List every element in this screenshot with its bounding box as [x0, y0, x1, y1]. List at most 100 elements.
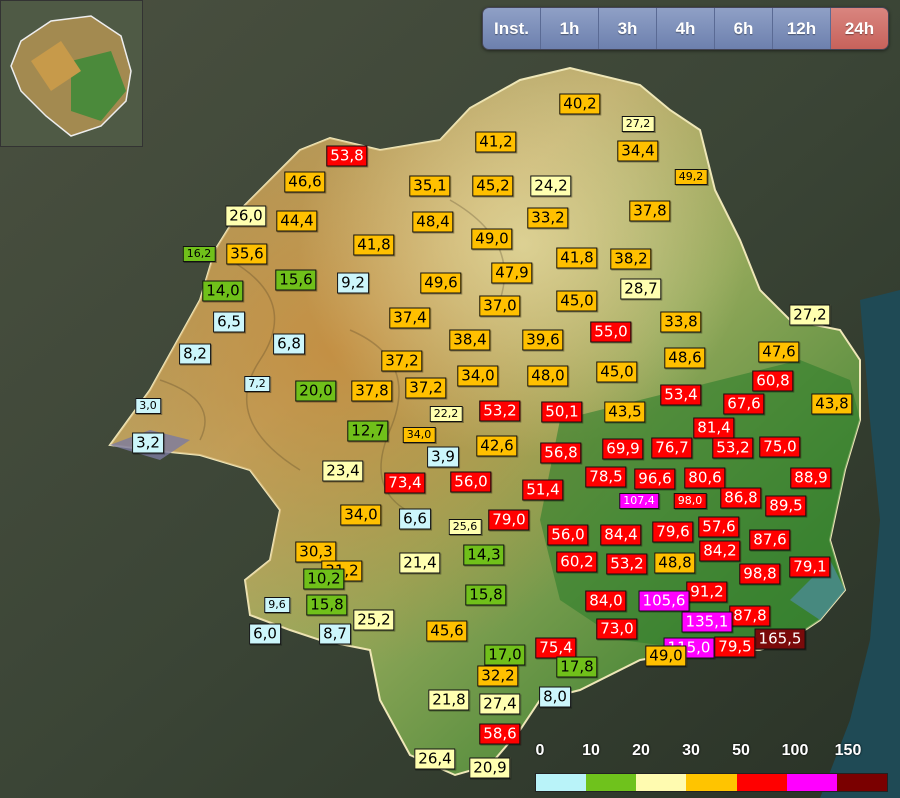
station-value-label: 49,2	[674, 169, 708, 185]
station-value-label: 80,6	[684, 467, 726, 489]
station-value-label: 48,6	[664, 347, 706, 369]
station-value-label: 8,0	[539, 686, 571, 708]
station-value-label: 48,0	[527, 365, 569, 387]
legend-color-segment	[786, 774, 837, 791]
tab-4h[interactable]: 4h	[657, 8, 715, 49]
station-value-label: 16,2	[182, 246, 216, 262]
station-value-label: 27,2	[621, 116, 655, 132]
station-value-label: 73,0	[596, 618, 638, 640]
station-value-label: 49,0	[471, 228, 513, 250]
station-value-label: 34,4	[617, 140, 659, 162]
station-value-label: 40,2	[559, 93, 601, 115]
station-value-label: 6,8	[273, 333, 305, 355]
tab-inst[interactable]: Inst.	[483, 8, 541, 49]
station-value-label: 45,2	[472, 175, 514, 197]
station-value-label: 79,6	[652, 521, 694, 543]
station-value-label: 47,9	[491, 262, 533, 284]
tab-1h[interactable]: 1h	[541, 8, 599, 49]
station-value-label: 45,6	[426, 620, 468, 642]
legend-color-segment	[836, 774, 887, 791]
station-value-label: 26,4	[414, 748, 456, 770]
station-value-label: 79,5	[714, 636, 756, 658]
station-value-label: 34,0	[402, 427, 436, 443]
station-value-label: 56,8	[540, 442, 582, 464]
tab-12h[interactable]: 12h	[773, 8, 831, 49]
station-value-label: 21,4	[399, 552, 441, 574]
station-value-label: 86,8	[720, 487, 762, 509]
legend-color-segment	[736, 774, 787, 791]
tab-3h[interactable]: 3h	[599, 8, 657, 49]
station-value-label: 75,4	[535, 637, 577, 659]
station-value-label: 87,6	[749, 529, 791, 551]
station-value-label: 49,0	[645, 645, 687, 667]
tab-24h[interactable]: 24h	[831, 8, 888, 49]
station-value-label: 48,8	[654, 552, 696, 574]
station-value-label: 14,3	[463, 544, 505, 566]
station-value-label: 35,6	[226, 243, 268, 265]
station-value-label: 60,8	[752, 370, 794, 392]
station-value-label: 84,2	[699, 540, 741, 562]
station-value-label: 38,4	[449, 329, 491, 351]
station-value-label: 6,0	[249, 623, 281, 645]
station-value-label: 37,8	[629, 200, 671, 222]
station-value-label: 37,8	[351, 380, 393, 402]
station-value-label: 46,6	[284, 171, 326, 193]
legend-color-segment	[686, 774, 737, 791]
tab-6h[interactable]: 6h	[715, 8, 773, 49]
station-value-label: 27,2	[789, 304, 831, 326]
station-value-label: 44,4	[276, 210, 318, 232]
station-value-label: 107,4	[619, 493, 659, 509]
station-value-label: 45,0	[596, 361, 638, 383]
station-value-label: 3,9	[427, 446, 459, 468]
station-value-label: 89,5	[765, 495, 807, 517]
station-value-label: 17,8	[556, 656, 598, 678]
station-value-label: 6,5	[213, 311, 245, 333]
station-value-label: 98,0	[673, 493, 707, 509]
station-value-label: 9,6	[264, 597, 290, 613]
legend-color-segment	[586, 774, 637, 791]
station-value-label: 10,2	[303, 568, 345, 590]
station-value-label: 25,6	[448, 519, 482, 535]
station-value-label: 3,2	[132, 432, 164, 454]
station-value-label: 34,0	[340, 504, 382, 526]
station-value-label: 25,2	[353, 609, 395, 631]
station-value-label: 41,8	[353, 234, 395, 256]
station-value-label: 37,2	[405, 377, 447, 399]
station-value-label: 60,2	[556, 551, 598, 573]
station-value-label: 14,0	[202, 280, 244, 302]
station-value-label: 79,1	[789, 556, 831, 578]
station-value-label: 79,0	[488, 509, 530, 531]
station-value-label: 84,0	[585, 590, 627, 612]
station-value-label: 91,2	[686, 581, 728, 603]
station-value-label: 87,8	[729, 605, 771, 627]
station-value-label: 15,8	[465, 584, 507, 606]
station-value-label: 23,4	[322, 460, 364, 482]
station-value-label: 39,6	[522, 329, 564, 351]
station-value-label: 8,2	[179, 343, 211, 365]
station-value-label: 48,4	[412, 211, 454, 233]
station-value-label: 12,7	[347, 420, 389, 442]
station-value-label: 51,4	[522, 479, 564, 501]
station-value-label: 37,4	[389, 307, 431, 329]
legend-color-segment	[536, 774, 587, 791]
station-value-label: 53,4	[660, 384, 702, 406]
station-value-label: 22,2	[429, 406, 463, 422]
station-value-label: 15,8	[306, 594, 348, 616]
station-value-label: 165,5	[754, 628, 806, 650]
station-value-label: 8,7	[319, 623, 351, 645]
station-value-label: 56,0	[547, 524, 589, 546]
station-value-label: 55,0	[590, 321, 632, 343]
station-value-label: 69,9	[602, 438, 644, 460]
station-value-label: 78,5	[585, 466, 627, 488]
station-value-label: 105,6	[638, 590, 690, 612]
station-value-label: 84,4	[600, 524, 642, 546]
station-value-label: 24,2	[530, 175, 572, 197]
station-value-label: 53,2	[606, 553, 648, 575]
station-value-label: 96,6	[634, 468, 676, 490]
station-value-label: 73,4	[384, 472, 426, 494]
station-value-label: 75,0	[759, 436, 801, 458]
station-value-label: 38,2	[610, 248, 652, 270]
station-value-label: 56,0	[450, 471, 492, 493]
station-value-label: 43,8	[811, 393, 853, 415]
station-value-label: 27,4	[479, 693, 521, 715]
